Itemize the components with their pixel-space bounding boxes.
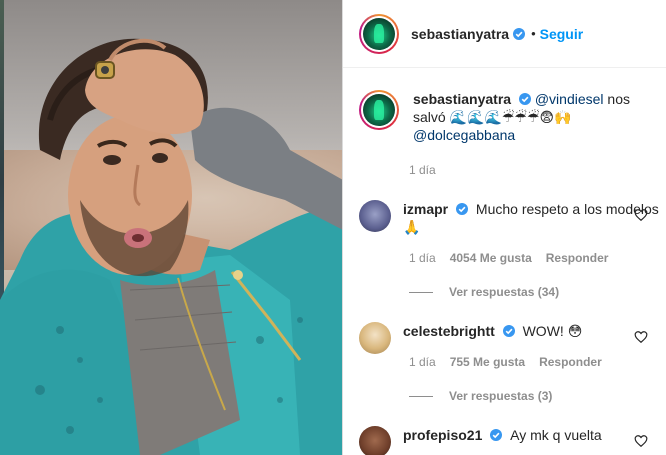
- comment-emoji: 😳: [567, 323, 583, 339]
- comment-username[interactable]: profepiso21: [403, 427, 482, 443]
- comment-likes[interactable]: 4054 Me gusta: [450, 251, 532, 265]
- comment-text: WOW!: [522, 323, 564, 339]
- comment-meta: 1 día 755 Me gusta Responder: [409, 355, 602, 369]
- view-replies-button[interactable]: Ver respuestas (3): [409, 389, 552, 403]
- comment-emoji: 🙏: [403, 219, 421, 235]
- caption-mention-vindiesel[interactable]: @vindiesel: [535, 91, 604, 107]
- replies-line: [409, 395, 433, 397]
- caption-mention-dolcegabbana[interactable]: @dolcegabbana: [413, 127, 515, 143]
- comment-username[interactable]: izmapr: [403, 201, 448, 217]
- instagram-post: sebastianyatra • Seguir sebastianyatra @…: [0, 0, 666, 455]
- comment-avatar[interactable]: [359, 200, 391, 232]
- caption-emojis: 🌊🌊🌊☔☔☔😨🙌: [449, 109, 572, 125]
- view-replies-button[interactable]: Ver respuestas (34): [409, 285, 559, 299]
- comment-body: celestebrightt WOW! 😳: [403, 322, 582, 354]
- heart-icon[interactable]: [634, 434, 648, 448]
- caption-author-avatar[interactable]: [359, 90, 399, 130]
- verified-badge-icon: [456, 203, 469, 215]
- verified-badge-icon: [518, 93, 531, 105]
- comment-time[interactable]: 1 día: [409, 251, 436, 265]
- reply-button[interactable]: Responder: [539, 355, 602, 369]
- author-username[interactable]: sebastianyatra: [411, 26, 509, 42]
- comment-likes[interactable]: 755 Me gusta: [450, 355, 525, 369]
- comment-time[interactable]: 1 día: [409, 355, 436, 369]
- comment-item: izmapr Mucho respeto a los modelos 🙏: [359, 200, 659, 236]
- view-replies-label: Ver respuestas (34): [449, 285, 560, 299]
- caption-time[interactable]: 1 día: [409, 163, 436, 177]
- heart-icon[interactable]: [634, 208, 648, 222]
- comment-body: profepiso21 Ay mk q vuelta: [403, 426, 602, 455]
- header-separator: •: [531, 26, 536, 41]
- reply-button[interactable]: Responder: [546, 251, 609, 265]
- comment-item: celestebrightt WOW! 😳: [359, 322, 659, 354]
- comments-panel: sebastianyatra • Seguir sebastianyatra @…: [343, 0, 666, 455]
- author-avatar[interactable]: [359, 13, 399, 54]
- caption-text: sebastianyatra @vindiesel nos salvó 🌊🌊🌊☔…: [413, 90, 659, 144]
- heart-icon[interactable]: [634, 330, 648, 344]
- comment-avatar[interactable]: [359, 322, 391, 354]
- post-media[interactable]: [0, 0, 343, 455]
- follow-button[interactable]: Seguir: [540, 26, 584, 42]
- post-header: sebastianyatra • Seguir: [343, 0, 666, 68]
- comment-username[interactable]: celestebrightt: [403, 323, 495, 339]
- comment-avatar[interactable]: [359, 426, 391, 455]
- comment-body: izmapr Mucho respeto a los modelos 🙏: [403, 200, 659, 236]
- comment-text: Mucho respeto a los modelos: [475, 201, 659, 217]
- view-replies-label: Ver respuestas (3): [449, 389, 553, 403]
- caption-username[interactable]: sebastianyatra: [413, 91, 511, 107]
- verified-badge-icon: [502, 325, 515, 337]
- verified-badge-icon: [490, 429, 503, 441]
- comment-meta: 1 día 4054 Me gusta Responder: [409, 251, 608, 265]
- comment-text: Ay mk q vuelta: [510, 427, 602, 443]
- replies-line: [409, 291, 433, 293]
- post-photo-person: [0, 38, 343, 455]
- comment-item: profepiso21 Ay mk q vuelta: [359, 426, 659, 455]
- caption: sebastianyatra @vindiesel nos salvó 🌊🌊🌊☔…: [359, 90, 659, 144]
- verified-badge-icon: [513, 27, 526, 40]
